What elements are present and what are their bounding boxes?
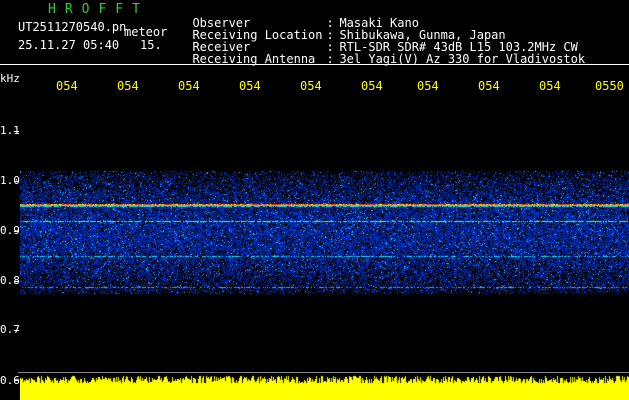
unit-label: kHz	[0, 72, 20, 85]
time-tick-label: 054	[239, 79, 261, 93]
time-tick-label: 054	[539, 79, 561, 93]
time-tick-label: 054	[56, 79, 78, 93]
freq-tick-mark	[14, 181, 19, 182]
time-tick-label: 054	[300, 79, 322, 93]
interval-tag: 15.	[140, 38, 162, 52]
time-tick-label: 054	[361, 79, 383, 93]
meteor-tag: meteor	[124, 25, 168, 39]
freq-tick-mark	[14, 380, 19, 381]
header-divider	[0, 64, 629, 65]
file-name: UT2511270540.pn	[18, 20, 127, 34]
time-tick-label: 054	[178, 79, 200, 93]
freq-tick-mark	[14, 330, 19, 331]
freq-tick-mark	[14, 131, 19, 132]
info-row-antenna: Receiving Antenna:3el Yagi(V) Az 330 for…	[178, 41, 585, 65]
app-title: HROFFT	[48, 2, 149, 17]
freq-tick-mark	[14, 231, 19, 232]
signal-level-bar	[20, 373, 629, 400]
time-tick-label: 054	[417, 79, 439, 93]
time-tick-label: 054	[478, 79, 500, 93]
spectrogram-waterfall	[20, 100, 629, 372]
timestamp: 25.11.27 05:40	[18, 38, 120, 52]
time-tick-label: 0550	[595, 79, 624, 93]
freq-tick-mark	[14, 281, 19, 282]
time-tick-label: 054	[117, 79, 139, 93]
